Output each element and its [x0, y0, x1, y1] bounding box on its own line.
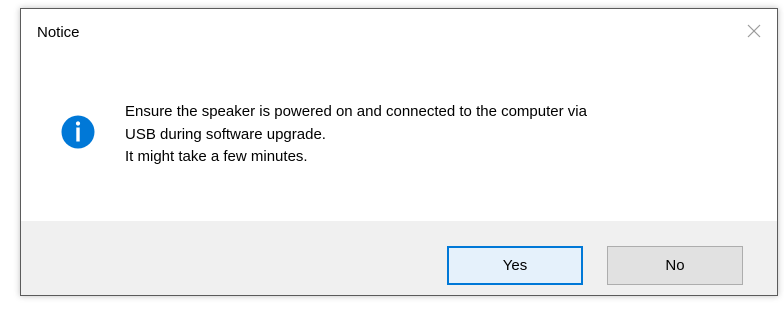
button-bar: Yes No — [21, 221, 777, 295]
close-icon — [747, 24, 761, 38]
title-bar: Notice — [21, 9, 777, 53]
info-icon — [61, 115, 95, 149]
notice-dialog: Notice Ensure the speaker is powered on … — [20, 8, 778, 296]
dialog-message: Ensure the speaker is powered on and con… — [125, 101, 745, 169]
no-button[interactable]: No — [607, 246, 743, 285]
message-line: USB during software upgrade. — [125, 125, 326, 143]
dialog-content: Ensure the speaker is powered on and con… — [21, 53, 777, 221]
yes-button[interactable]: Yes — [447, 246, 583, 285]
message-line: Ensure the speaker is powered on and con… — [125, 103, 587, 120]
close-button[interactable] — [741, 18, 767, 44]
message-line: It might take a few minutes. — [125, 148, 308, 165]
dialog-title: Notice — [37, 24, 80, 41]
